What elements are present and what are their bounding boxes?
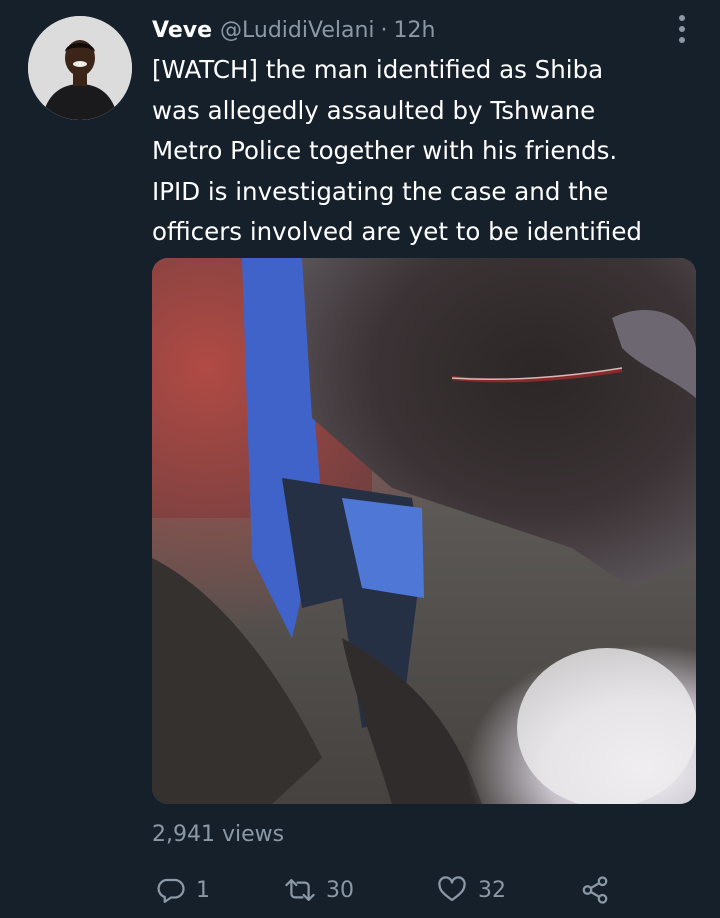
like-count: 32	[478, 877, 506, 903]
reply-button[interactable]: 1	[156, 868, 210, 912]
view-count: 2,941 views	[152, 822, 285, 847]
retweet-icon	[285, 879, 315, 901]
share-button[interactable]	[580, 868, 610, 912]
tweet-header: Veve @LudidiVelani · 12h	[152, 12, 672, 50]
tweet-text: [WATCH] the man identified as Shiba was …	[152, 55, 642, 247]
timestamp[interactable]: 12h	[394, 12, 436, 50]
share-icon	[582, 876, 608, 904]
avatar[interactable]	[28, 16, 132, 120]
like-button[interactable]: 32	[436, 868, 506, 912]
author-name[interactable]: Veve	[152, 12, 212, 50]
author-handle[interactable]: @LudidiVelani	[220, 12, 375, 50]
reply-icon	[157, 878, 185, 903]
tweet-media[interactable]	[152, 258, 696, 804]
retweet-count: 30	[326, 877, 354, 903]
separator: ·	[380, 18, 388, 43]
reply-count: 1	[196, 877, 210, 903]
retweet-button[interactable]: 30	[284, 868, 354, 912]
more-options-button[interactable]	[662, 12, 702, 46]
more-vertical-icon	[679, 15, 685, 43]
tweet-actions: 1 30 32	[152, 868, 632, 912]
heart-icon	[438, 876, 466, 902]
